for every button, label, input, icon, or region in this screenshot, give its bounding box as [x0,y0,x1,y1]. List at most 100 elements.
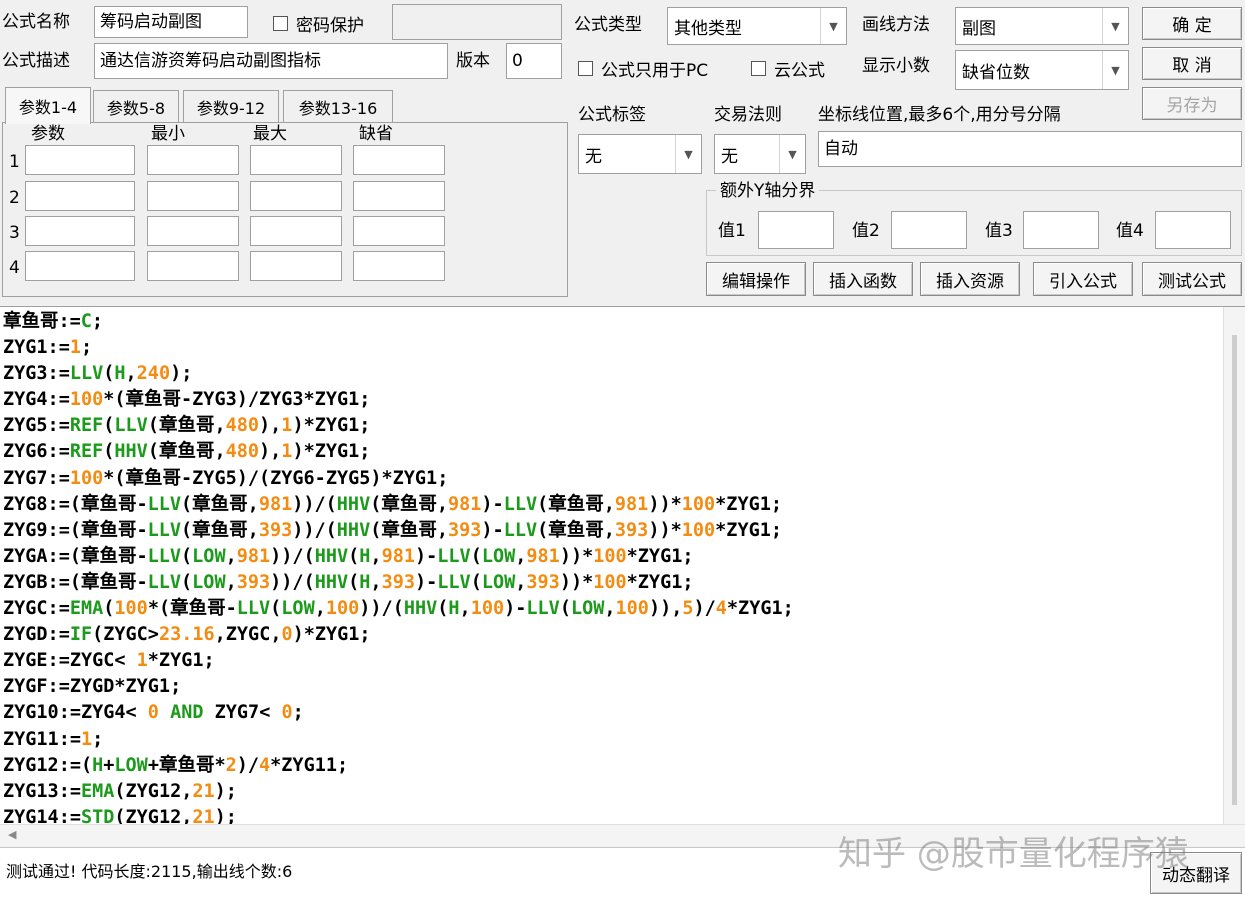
param-default-input[interactable] [353,216,445,246]
chevron-down-icon[interactable]: ▼ [820,8,846,44]
tag-select[interactable]: 无 ▼ [578,134,702,174]
pc-only-checkbox[interactable]: 公式只用于PC [578,56,708,81]
cancel-button[interactable]: 取 消 [1142,47,1242,80]
param-header-min: 最小 [151,124,185,144]
password-input [392,4,562,40]
tab-params-1-4[interactable]: 参数1-4 [5,87,91,124]
cloud-checkbox-box[interactable] [751,61,766,76]
code-line[interactable]: ZYG4:=100*(章鱼哥-ZYG3)/ZYG3*ZYG1; [3,387,794,413]
vertical-scrollbar[interactable] [1223,307,1245,824]
code-line[interactable]: ZYGE:=ZYGC< 1*ZYG1; [3,648,794,674]
insert-function-button[interactable]: 插入函数 [813,262,913,296]
y-value-3-input[interactable] [1023,211,1099,249]
param-name-input[interactable] [25,145,135,175]
code-editor[interactable]: 章鱼哥:=C; ZYG1:=1; ZYG3:=LLV(H,240); ZYG4:=10… [0,306,1245,824]
trade-rule-select[interactable]: 无 ▼ [714,134,806,174]
chevron-down-icon[interactable]: ▼ [675,135,701,173]
code-line[interactable]: ZYG7:=100*(章鱼哥-ZYG5)/(ZYG6-ZYG5)*ZYG1; [3,466,794,492]
code-line[interactable]: ZYG11:=1; [3,727,794,753]
code-line[interactable]: ZYG5:=REF(LLV(章鱼哥,480),1)*ZYG1; [3,413,794,439]
code-line[interactable]: ZYG3:=LLV(H,240); [3,361,794,387]
code-token: ZYG7< [203,702,282,724]
param-max-input[interactable] [250,251,342,281]
password-checkbox-box[interactable] [273,16,288,31]
tab-params-13-16[interactable]: 参数13-16 [283,90,393,122]
code-line[interactable]: ZYG9:=(章鱼哥-LLV(章鱼哥,393))/(HHV(章鱼哥,393)-L… [3,518,794,544]
code-keyword: HHV [336,519,371,541]
code-number: 100 [681,519,716,541]
code-token: ZYGD:= [3,624,70,646]
test-formula-button[interactable]: 测试公式 [1142,262,1242,296]
code-line[interactable]: ZYG10:=ZYG4< 0 AND ZYG7< 0; [3,700,794,726]
code-line[interactable]: ZYG12:=(H+LOW+章鱼哥*2)/4*ZYG11; [3,753,794,779]
code-line[interactable]: ZYG8:=(章鱼哥-LLV(章鱼哥,981))/(HHV(章鱼哥,981)-L… [3,492,794,518]
param-default-input[interactable] [353,145,445,175]
param-default-input[interactable] [353,251,445,281]
save-as-button[interactable]: 另存为 [1142,87,1242,120]
param-max-input[interactable] [250,181,342,211]
chevron-down-icon[interactable]: ▼ [1102,51,1128,89]
formula-type-select[interactable]: 其他类型 ▼ [667,7,847,45]
pc-only-checkbox-label: 公式只用于PC [601,61,709,81]
param-name-input[interactable] [25,251,135,281]
formula-desc-input[interactable]: 通达信游资筹码启动副图指标 [94,43,448,79]
code-number: 393 [236,571,271,593]
code-line[interactable]: ZYG14:=STD(ZYG12,21); [3,805,794,824]
code-line[interactable]: 章鱼哥:=C; [3,309,794,335]
draw-method-value: 副图 [962,18,996,39]
edit-operations-button[interactable]: 编辑操作 [706,262,806,296]
code-token: (章鱼哥, [537,493,615,515]
code-line[interactable]: ZYGF:=ZYGD*ZYG1; [3,674,794,700]
param-row-label: 4 [9,258,20,278]
param-min-input[interactable] [147,145,239,175]
param-name-input[interactable] [25,216,135,246]
import-formula-button[interactable]: 引入公式 [1033,262,1133,296]
pc-only-checkbox-box[interactable] [578,61,593,76]
y-value-1-input[interactable] [758,211,834,249]
y-value-2-input[interactable] [891,211,967,249]
param-header-name: 参数 [31,124,65,144]
draw-method-select[interactable]: 副图 ▼ [955,7,1129,45]
code-token: ); [214,780,237,802]
chevron-down-icon[interactable]: ▼ [1102,8,1128,44]
chevron-down-icon[interactable]: ▼ [779,135,805,173]
tab-params-9-12[interactable]: 参数9-12 [183,90,279,122]
ok-button[interactable]: 确 定 [1142,7,1242,40]
code-number: 0 [281,624,293,646]
password-checkbox[interactable]: 密码保护 [273,11,364,36]
param-name-input[interactable] [25,181,135,211]
code-token: ; [92,728,104,750]
coord-line-input[interactable]: 自动 [818,131,1242,167]
scroll-left-icon[interactable]: ◀ [8,828,16,841]
y-value-4-input[interactable] [1155,211,1231,249]
code-token: , [459,598,471,620]
decimals-select[interactable]: 缺省位数 ▼ [955,50,1129,90]
code-token: (章鱼哥, [181,519,259,541]
code-line[interactable]: ZYGA:=(章鱼哥-LLV(LOW,981))/(HHV(H,981)-LLV… [3,544,794,570]
code-line[interactable]: ZYG13:=EMA(ZYG12,21); [3,779,794,805]
param-default-input[interactable] [353,181,445,211]
code-keyword: LLV [437,571,471,593]
code-line[interactable]: ZYG6:=REF(HHV(章鱼哥,480),1)*ZYG1; [3,439,794,465]
param-min-input[interactable] [147,181,239,211]
code-text[interactable]: 章鱼哥:=C; ZYG1:=1; ZYG3:=LLV(H,240); ZYG4:=10… [3,309,794,824]
code-line[interactable]: ZYG1:=1; [3,335,794,361]
param-min-input[interactable] [147,251,239,281]
code-token: )*ZYG1; [292,441,371,463]
param-max-input[interactable] [250,216,342,246]
code-line[interactable]: ZYGC:=EMA(100*(章鱼哥-LLV(LOW,100))/(HHV(H,… [3,596,794,622]
code-line[interactable]: ZYGD:=IF(ZYGC>23.16,ZYGC,0)*ZYG1; [3,622,794,648]
tab-params-5-8[interactable]: 参数5-8 [93,90,179,122]
tag-value: 无 [585,146,602,167]
param-max-input[interactable] [250,145,342,175]
cloud-checkbox[interactable]: 云公式 [751,56,825,81]
version-input[interactable]: 0 [506,43,562,79]
code-line[interactable]: ZYGB:=(章鱼哥-LLV(LOW,393))/(HHV(H,393)-LLV… [3,570,794,596]
formula-name-input[interactable]: 筹码启动副图 [94,6,248,38]
param-min-input[interactable] [147,216,239,246]
insert-resource-button[interactable]: 插入资源 [920,262,1020,296]
code-number: 981 [258,493,293,515]
watermark: 知乎 @股市量化程序猿 [838,834,1189,874]
scrollbar-thumb[interactable] [1232,335,1237,805]
code-token: ); [214,806,237,824]
